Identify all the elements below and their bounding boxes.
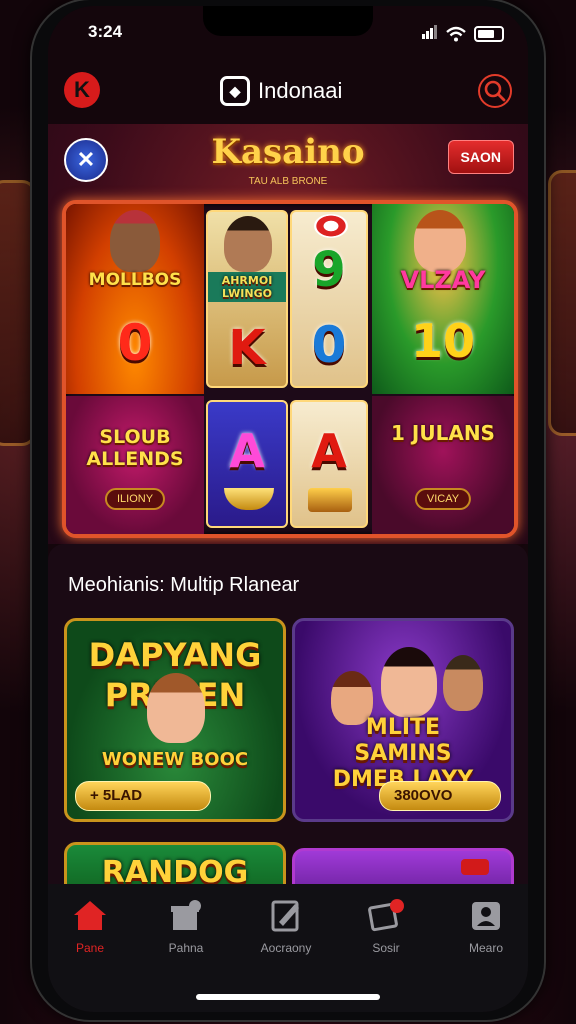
card-play-button[interactable]: + 5LAD xyxy=(75,781,211,811)
battery-icon xyxy=(474,26,504,42)
section-title: Meohianis: Multip Rlanear xyxy=(68,574,300,596)
character-avatar xyxy=(224,216,272,272)
gold-bowl-icon xyxy=(224,488,274,510)
game-card[interactable]: MLITE SAMINS DMEB LAYY 380OVO xyxy=(292,618,514,822)
tile-label: VICAY xyxy=(414,488,472,510)
hero-banner: ✕ Kasaino TAU ALB BRONE SAON MOLLBOS 0 A… xyxy=(48,124,528,544)
app-screen: 3:24 K ◆ Indonaai ✕ Kasaino TAU ALB BRON… xyxy=(48,6,528,1012)
game-feed: Meohianis: Multip Rlanear DAPYANG PRIMEN… xyxy=(48,544,528,912)
tile-value: 0 xyxy=(311,316,347,374)
home-indicator[interactable] xyxy=(196,994,380,1000)
nav-label: Pane xyxy=(75,941,105,955)
search-button[interactable] xyxy=(478,74,512,108)
status-icons xyxy=(422,24,504,44)
tile-value: 10 xyxy=(410,314,475,368)
wifi-icon xyxy=(446,26,466,42)
tile-value: A xyxy=(311,424,347,478)
bottom-navigation: Pane Pahna Aocraony Sosir Mearo xyxy=(48,884,528,1012)
red-chip-icon xyxy=(461,859,489,875)
game-tile[interactable]: 9 0 xyxy=(290,210,368,388)
edit-icon xyxy=(271,900,299,932)
game-grid: MOLLBOS 0 AHRMOI LWINGO K 9 0 VLZAY 10 S… xyxy=(62,200,518,538)
hero-title: Kasaino xyxy=(211,132,365,172)
nav-label: Sosir xyxy=(372,941,400,955)
slot-machine-right xyxy=(548,170,576,436)
hero-subtitle: TAU ALB BRONE xyxy=(248,176,328,187)
tile-name: SLOUB ALLENDS xyxy=(86,426,184,470)
nav-label: Pahna xyxy=(168,941,204,955)
tile-label: ILIONY xyxy=(104,488,166,510)
home-icon xyxy=(74,901,106,930)
character-avatar xyxy=(443,655,483,711)
tile-value: A xyxy=(229,424,265,478)
notification-icon xyxy=(368,899,404,932)
search-icon xyxy=(484,80,506,102)
chip-icon xyxy=(314,214,348,238)
status-bar: 3:24 xyxy=(48,20,528,42)
game-tile[interactable]: A xyxy=(206,400,288,528)
game-tile[interactable]: SLOUB ALLENDS ILIONY xyxy=(66,396,204,534)
save-button[interactable]: SAON xyxy=(447,140,514,174)
profile-icon xyxy=(472,902,500,930)
brand: ◆ Indonaai xyxy=(220,76,342,106)
gift-icon xyxy=(171,900,201,930)
game-tile[interactable]: VLZAY 10 xyxy=(372,204,514,394)
game-tile[interactable]: MOLLBOS 0 xyxy=(66,204,204,394)
game-tile[interactable]: 1 JULANS VICAY xyxy=(372,396,514,534)
tile-name: VLZAY xyxy=(400,266,486,294)
tile-value: K xyxy=(228,320,266,376)
nav-item-gift[interactable]: Pahna xyxy=(146,898,226,955)
game-tile[interactable]: A xyxy=(290,400,368,528)
tile-value: 0 xyxy=(117,314,153,372)
character-avatar xyxy=(147,673,205,743)
app-logo-button[interactable]: K xyxy=(64,72,100,108)
nav-item-notifications[interactable]: Sosir xyxy=(346,898,426,955)
nav-label: Mearo xyxy=(468,941,503,955)
nav-item-profile[interactable]: Mearo xyxy=(446,898,526,955)
brand-logo-icon: ◆ xyxy=(220,76,250,106)
tile-name: AHRMOI LWINGO xyxy=(208,272,286,302)
tile-name: 1 JULANS xyxy=(391,421,495,445)
card-subtitle: WONEW BOOC xyxy=(101,749,249,770)
character-avatar xyxy=(414,210,466,272)
nav-label: Aocraony xyxy=(260,941,312,955)
game-tile[interactable]: AHRMOI LWINGO K xyxy=(206,210,288,388)
character-avatar xyxy=(110,210,160,272)
app-header: K ◆ Indonaai xyxy=(48,64,528,124)
signal-icon xyxy=(422,24,438,44)
nav-item-home[interactable]: Pane xyxy=(50,898,130,955)
tile-name: MOLLBOS xyxy=(88,270,182,290)
tile-value: 9 xyxy=(312,242,346,298)
brand-name: Indonaai xyxy=(258,78,343,103)
slot-machine-left xyxy=(0,180,36,446)
card-play-button[interactable]: 380OVO xyxy=(379,781,501,811)
game-card[interactable]: DAPYANG PRIMEN WONEW BOOC + 5LAD xyxy=(64,618,286,822)
close-icon[interactable]: ✕ xyxy=(64,138,108,182)
nav-item-edit[interactable]: Aocraony xyxy=(246,898,326,955)
treasure-chest-icon xyxy=(308,488,352,512)
character-avatar xyxy=(381,647,437,717)
status-time: 3:24 xyxy=(88,22,123,41)
